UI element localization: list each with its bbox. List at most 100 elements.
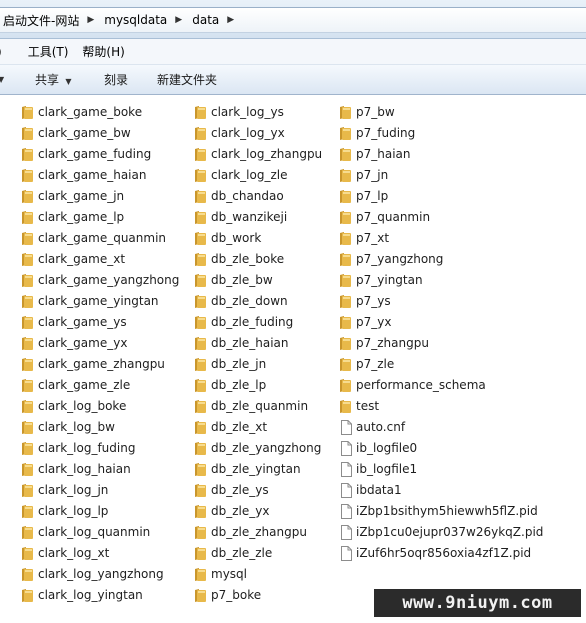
folder-item[interactable]: db_zle_lp — [194, 375, 266, 395]
folder-icon — [195, 357, 206, 371]
file-icon — [341, 524, 352, 540]
file-name: clark_log_xt — [38, 546, 110, 560]
folder-item[interactable]: clark_log_yx — [194, 123, 285, 143]
folder-item[interactable]: clark_log_bw — [21, 417, 115, 437]
folder-item[interactable]: db_zle_xt — [194, 417, 267, 437]
file-item[interactable]: iZbp1cu0ejupr037w26ykqZ.pid — [340, 522, 543, 542]
breadcrumb-item-mysqldata[interactable]: mysqldata — [101, 13, 170, 27]
file-icon — [341, 461, 352, 477]
folder-item[interactable]: p7_zle — [339, 354, 394, 374]
folder-item[interactable]: db_wanzikeji — [194, 207, 287, 227]
folder-item[interactable]: p7_yingtan — [339, 270, 423, 290]
folder-item[interactable]: p7_haian — [339, 144, 411, 164]
breadcrumb-chevron-icon[interactable]: ▶ — [170, 15, 189, 25]
folder-icon — [340, 399, 351, 413]
folder-item[interactable]: db_zle_fuding — [194, 312, 293, 332]
folder-item[interactable]: p7_yx — [339, 312, 391, 332]
folder-item[interactable]: clark_game_quanmin — [21, 228, 166, 248]
burn-button[interactable]: 刻录 — [104, 71, 128, 88]
folder-item[interactable]: db_chandao — [194, 186, 284, 206]
folder-item[interactable]: db_zle_bw — [194, 270, 273, 290]
new-folder-button[interactable]: 新建文件夹 — [157, 71, 217, 88]
folder-item[interactable]: db_zle_yx — [194, 501, 269, 521]
folder-item[interactable]: p7_ys — [339, 291, 391, 311]
share-button[interactable]: 共享 ▼ — [35, 71, 72, 88]
folder-item[interactable]: db_zle_jn — [194, 354, 266, 374]
file-item[interactable]: auto.cnf — [340, 417, 405, 437]
folder-icon — [195, 189, 206, 203]
folder-item[interactable]: db_zle_haian — [194, 333, 289, 353]
folder-item[interactable]: db_zle_ys — [194, 480, 269, 500]
file-name: clark_game_ys — [38, 315, 127, 329]
folder-icon — [195, 567, 206, 581]
folder-item[interactable]: performance_schema — [339, 375, 486, 395]
menu-tools[interactable]: 工具(T) — [22, 43, 75, 60]
folder-item[interactable]: p7_lp — [339, 186, 388, 206]
folder-item[interactable]: p7_zhangpu — [339, 333, 429, 353]
breadcrumb-chevron-icon[interactable]: ▶ — [82, 15, 101, 25]
organize-arrow-icon[interactable]: ▼ — [0, 71, 4, 85]
folder-item[interactable]: db_zle_zle — [194, 543, 272, 563]
folder-item[interactable]: clark_game_xt — [21, 249, 125, 269]
file-name: db_zle_xt — [211, 420, 268, 434]
folder-item[interactable]: clark_log_yingtan — [21, 585, 143, 605]
folder-item[interactable]: clark_log_xt — [21, 543, 109, 563]
folder-item[interactable]: clark_game_jn — [21, 186, 124, 206]
folder-item[interactable]: p7_bw — [339, 102, 395, 122]
folder-item[interactable]: p7_boke — [194, 585, 261, 605]
file-item[interactable]: ib_logfile0 — [340, 438, 417, 458]
folder-item[interactable]: p7_fuding — [339, 123, 415, 143]
folder-item[interactable]: clark_game_yangzhong — [21, 270, 179, 290]
folder-item[interactable]: clark_game_haian — [21, 165, 146, 185]
file-item[interactable]: iZuf6hr5oqr856oxia4zf1Z.pid — [340, 543, 531, 563]
folder-item[interactable]: clark_log_jn — [21, 480, 108, 500]
folder-item[interactable]: db_zle_yangzhong — [194, 438, 321, 458]
folder-item[interactable]: clark_log_haian — [21, 459, 131, 479]
folder-item[interactable]: clark_game_fuding — [21, 144, 151, 164]
folder-item[interactable]: clark_log_ys — [194, 102, 284, 122]
file-item[interactable]: ib_logfile1 — [340, 459, 417, 479]
folder-item[interactable]: p7_quanmin — [339, 207, 430, 227]
folder-item[interactable]: db_zle_down — [194, 291, 288, 311]
folder-item[interactable]: test — [339, 396, 379, 416]
folder-icon — [22, 357, 33, 371]
command-bar: ▼ 共享 ▼ 刻录 新建文件夹 — [0, 65, 586, 95]
folder-item[interactable]: p7_xt — [339, 228, 389, 248]
folder-item[interactable]: mysql — [194, 564, 247, 584]
folder-item[interactable]: clark_game_boke — [21, 102, 142, 122]
folder-item[interactable]: clark_game_bw — [21, 123, 131, 143]
file-item[interactable]: iZbp1bsithym5hiewwh5flZ.pid — [340, 501, 538, 521]
breadcrumb-chevron-icon[interactable]: ▶ — [222, 15, 241, 25]
folder-item[interactable]: clark_log_yangzhong — [21, 564, 164, 584]
menu-help[interactable]: 帮助(H) — [76, 43, 130, 60]
folder-item[interactable]: clark_log_quanmin — [21, 522, 150, 542]
folder-item[interactable]: db_work — [194, 228, 261, 248]
breadcrumb[interactable]: 启动文件-网站 ▶ mysqldata ▶ data ▶ — [0, 7, 586, 33]
folder-item[interactable]: clark_game_zhangpu — [21, 354, 165, 374]
folder-icon — [22, 168, 33, 182]
folder-item[interactable]: clark_game_zle — [21, 375, 130, 395]
folder-item[interactable]: clark_game_yx — [21, 333, 127, 353]
folder-icon — [22, 567, 33, 581]
folder-item[interactable]: p7_yangzhong — [339, 249, 443, 269]
folder-item[interactable]: clark_log_fuding — [21, 438, 135, 458]
folder-item[interactable]: p7_jn — [339, 165, 388, 185]
folder-item[interactable]: clark_game_ys — [21, 312, 127, 332]
folder-item[interactable]: db_zle_boke — [194, 249, 284, 269]
file-name: p7_zhangpu — [356, 336, 429, 350]
folder-icon — [22, 273, 33, 287]
folder-item[interactable]: clark_log_boke — [21, 396, 126, 416]
folder-icon — [22, 546, 33, 560]
folder-item[interactable]: clark_game_yingtan — [21, 291, 159, 311]
folder-item[interactable]: clark_log_zhangpu — [194, 144, 322, 164]
folder-item[interactable]: db_zle_quanmin — [194, 396, 308, 416]
file-name: db_zle_quanmin — [211, 399, 309, 413]
file-item[interactable]: ibdata1 — [340, 480, 402, 500]
breadcrumb-item-data[interactable]: data — [189, 13, 222, 27]
folder-item[interactable]: clark_game_lp — [21, 207, 124, 227]
folder-item[interactable]: clark_log_zle — [194, 165, 287, 185]
folder-item[interactable]: clark_log_lp — [21, 501, 108, 521]
folder-item[interactable]: db_zle_yingtan — [194, 459, 301, 479]
breadcrumb-item-site[interactable]: 启动文件-网站 — [0, 12, 82, 29]
folder-item[interactable]: db_zle_zhangpu — [194, 522, 307, 542]
